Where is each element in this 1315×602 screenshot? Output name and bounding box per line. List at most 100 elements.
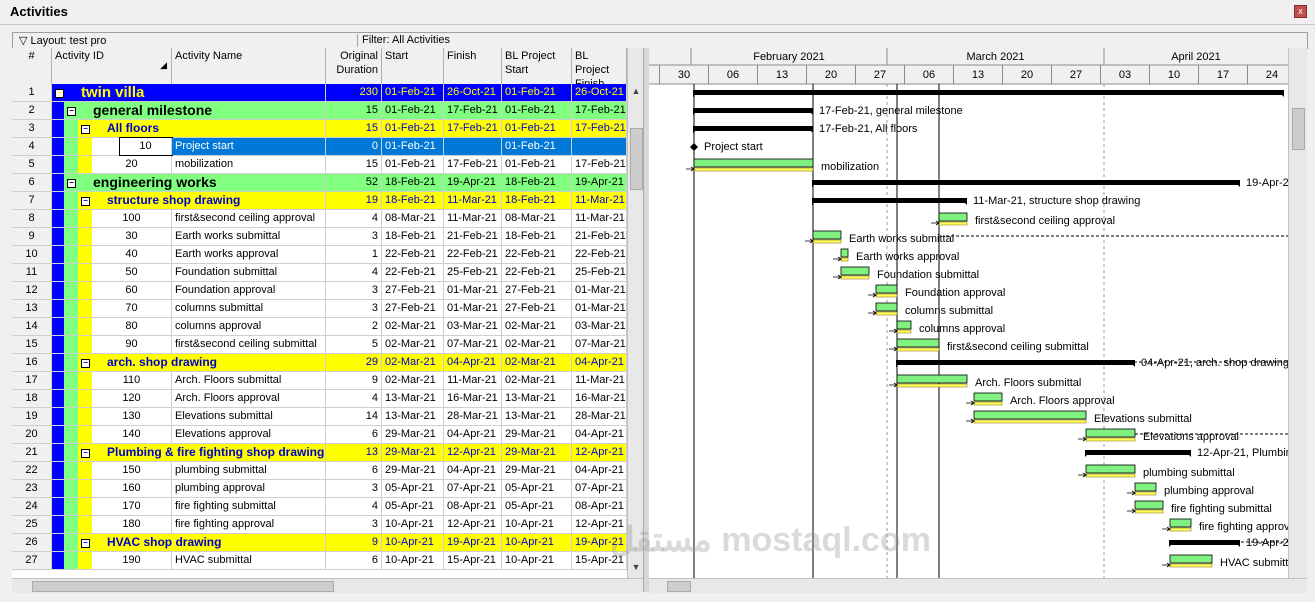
row-number[interactable]: 1 xyxy=(12,84,52,101)
table-row[interactable]: 9 30 Earth works submittal 3 18-Feb-21 21-Feb… xyxy=(12,228,627,246)
start-cell[interactable]: 22-Feb-21 xyxy=(382,264,444,281)
finish-cell[interactable]: 03-Mar-21 xyxy=(444,318,502,335)
bl-finish-cell[interactable]: 19-Apr-21 xyxy=(572,174,627,191)
gantt-vertical-scrollbar[interactable] xyxy=(1288,48,1307,578)
finish-cell[interactable]: 11-Mar-21 xyxy=(444,192,502,209)
bl-finish-cell[interactable]: 01-Mar-21 xyxy=(572,300,627,317)
start-cell[interactable]: 29-Mar-21 xyxy=(382,462,444,479)
table-row[interactable]: 10 40 Earth works approval 1 22-Feb-21 22-Feb… xyxy=(12,246,627,264)
collapse-icon[interactable]: − xyxy=(81,449,90,458)
table-row[interactable]: 17 110 Arch. Floors submittal 9 02-Mar-21 11-… xyxy=(12,372,627,390)
bl-start-cell[interactable]: 29-Mar-21 xyxy=(502,426,572,443)
bl-start-cell[interactable]: 01-Feb-21 xyxy=(502,84,572,101)
bl-finish-cell[interactable]: 07-Mar-21 xyxy=(572,336,627,353)
activity-name-cell[interactable]: columns approval xyxy=(172,318,326,335)
duration-cell[interactable]: 15 xyxy=(326,120,382,137)
wbs-row[interactable]: 26− HVAC shop drawing 9 10-Apr-21 19-Apr-21 1… xyxy=(12,534,627,552)
finish-cell[interactable]: 04-Apr-21 xyxy=(444,426,502,443)
finish-cell[interactable]: 17-Feb-21 xyxy=(444,156,502,173)
wbs-row[interactable]: 1− twin villa 230 01-Feb-21 26-Oct-21 01-Feb-… xyxy=(12,84,627,102)
duration-cell[interactable]: 52 xyxy=(326,174,382,191)
bl-finish-cell[interactable]: 01-Mar-21 xyxy=(572,282,627,299)
row-number[interactable]: 21 xyxy=(12,444,52,461)
col-header-num[interactable]: # xyxy=(12,48,52,84)
activity-name-cell[interactable]: fire fighting submittal xyxy=(172,498,326,515)
activity-id-cell[interactable]: 40 xyxy=(92,246,172,263)
row-number[interactable]: 11 xyxy=(12,264,52,281)
finish-cell[interactable]: 11-Mar-21 xyxy=(444,210,502,227)
row-number[interactable]: 7 xyxy=(12,192,52,209)
duration-cell[interactable]: 6 xyxy=(326,552,382,569)
gantt-scroll-thumb[interactable] xyxy=(1292,108,1305,150)
start-cell[interactable]: 05-Apr-21 xyxy=(382,480,444,497)
row-number[interactable]: 16 xyxy=(12,354,52,371)
scroll-up-icon[interactable]: ▲ xyxy=(630,86,642,100)
finish-cell[interactable]: 17-Feb-21 xyxy=(444,102,502,119)
bl-start-cell[interactable]: 02-Mar-21 xyxy=(502,372,572,389)
table-row[interactable]: 20 140 Elevations approval 6 29-Mar-21 04-Apr… xyxy=(12,426,627,444)
activity-id-cell[interactable]: 180 xyxy=(92,516,172,533)
bl-finish-cell[interactable]: 21-Feb-21 xyxy=(572,228,627,245)
finish-cell[interactable]: 17-Feb-21 xyxy=(444,120,502,137)
start-cell[interactable]: 13-Mar-21 xyxy=(382,390,444,407)
duration-cell[interactable]: 15 xyxy=(326,156,382,173)
activity-id-cell[interactable]: 90 xyxy=(92,336,172,353)
finish-cell[interactable]: 15-Apr-21 xyxy=(444,552,502,569)
activity-id-cell[interactable]: 20 xyxy=(92,156,172,173)
filter-label[interactable]: Filter: All Activities xyxy=(357,34,450,47)
bl-start-cell[interactable]: 08-Mar-21 xyxy=(502,210,572,227)
start-cell[interactable]: 29-Mar-21 xyxy=(382,444,444,461)
bl-start-cell[interactable]: 13-Mar-21 xyxy=(502,408,572,425)
table-row[interactable]: 8 100 first&second ceiling approval 4 08-Mar… xyxy=(12,210,627,228)
bl-start-cell[interactable]: 27-Feb-21 xyxy=(502,282,572,299)
activity-name-cell[interactable]: Arch. Floors submittal xyxy=(172,372,326,389)
table-row[interactable]: 27 190 HVAC submittal 6 10-Apr-21 15-Apr-21 10… xyxy=(12,552,627,570)
bl-finish-cell[interactable]: 26-Oct-21 xyxy=(572,84,627,101)
bl-start-cell[interactable]: 01-Feb-21 xyxy=(502,120,572,137)
finish-cell[interactable]: 12-Apr-21 xyxy=(444,444,502,461)
activity-id-cell[interactable]: 130 xyxy=(92,408,172,425)
activity-name-cell[interactable]: first&second ceiling approval xyxy=(172,210,326,227)
close-icon[interactable]: x xyxy=(1294,5,1307,18)
collapse-icon[interactable]: − xyxy=(81,197,90,206)
activity-name-cell[interactable]: HVAC submittal xyxy=(172,552,326,569)
row-number[interactable]: 17 xyxy=(12,372,52,389)
activity-id-cell[interactable]: 190 xyxy=(92,552,172,569)
activity-id-cell[interactable]: 30 xyxy=(92,228,172,245)
row-number[interactable]: 6 xyxy=(12,174,52,191)
start-cell[interactable]: 02-Mar-21 xyxy=(382,336,444,353)
duration-cell[interactable]: 14 xyxy=(326,408,382,425)
gantt-horizontal-scrollbar[interactable] xyxy=(649,578,1307,593)
activity-name-cell[interactable]: mobilization xyxy=(172,156,326,173)
collapse-icon[interactable]: − xyxy=(67,107,76,116)
finish-cell[interactable] xyxy=(444,138,502,155)
wbs-name-cell[interactable]: − HVAC shop drawing xyxy=(78,534,326,551)
duration-cell[interactable]: 9 xyxy=(326,372,382,389)
table-horizontal-scrollbar[interactable] xyxy=(12,578,643,593)
finish-cell[interactable]: 19-Apr-21 xyxy=(444,174,502,191)
start-cell[interactable]: 10-Apr-21 xyxy=(382,516,444,533)
scroll-thumb[interactable] xyxy=(630,128,643,190)
bl-finish-cell[interactable]: 17-Feb-21 xyxy=(572,156,627,173)
activity-name-cell[interactable]: first&second ceiling submittal xyxy=(172,336,326,353)
activity-name-cell[interactable]: plumbing submittal xyxy=(172,462,326,479)
activity-id-cell[interactable]: 60 xyxy=(92,282,172,299)
finish-cell[interactable]: 04-Apr-21 xyxy=(444,462,502,479)
finish-cell[interactable]: 21-Feb-21 xyxy=(444,228,502,245)
bl-finish-cell[interactable]: 25-Feb-21 xyxy=(572,264,627,281)
wbs-name-cell[interactable]: − Plumbing & fire fighting shop drawing xyxy=(78,444,326,461)
start-cell[interactable]: 01-Feb-21 xyxy=(382,102,444,119)
activity-id-cell[interactable]: 80 xyxy=(92,318,172,335)
bl-finish-cell[interactable]: 16-Mar-21 xyxy=(572,390,627,407)
row-number[interactable]: 26 xyxy=(12,534,52,551)
activity-name-cell[interactable]: Project start xyxy=(172,138,326,155)
finish-cell[interactable]: 25-Feb-21 xyxy=(444,264,502,281)
bl-start-cell[interactable]: 02-Mar-21 xyxy=(502,318,572,335)
row-number[interactable]: 10 xyxy=(12,246,52,263)
bl-start-cell[interactable]: 02-Mar-21 xyxy=(502,336,572,353)
duration-cell[interactable]: 19 xyxy=(326,192,382,209)
table-row[interactable]: 19 130 Elevations submittal 14 13-Mar-21 28-M… xyxy=(12,408,627,426)
collapse-icon[interactable]: − xyxy=(81,539,90,548)
wbs-name-cell[interactable]: − All floors xyxy=(78,120,326,137)
start-cell[interactable]: 01-Feb-21 xyxy=(382,120,444,137)
